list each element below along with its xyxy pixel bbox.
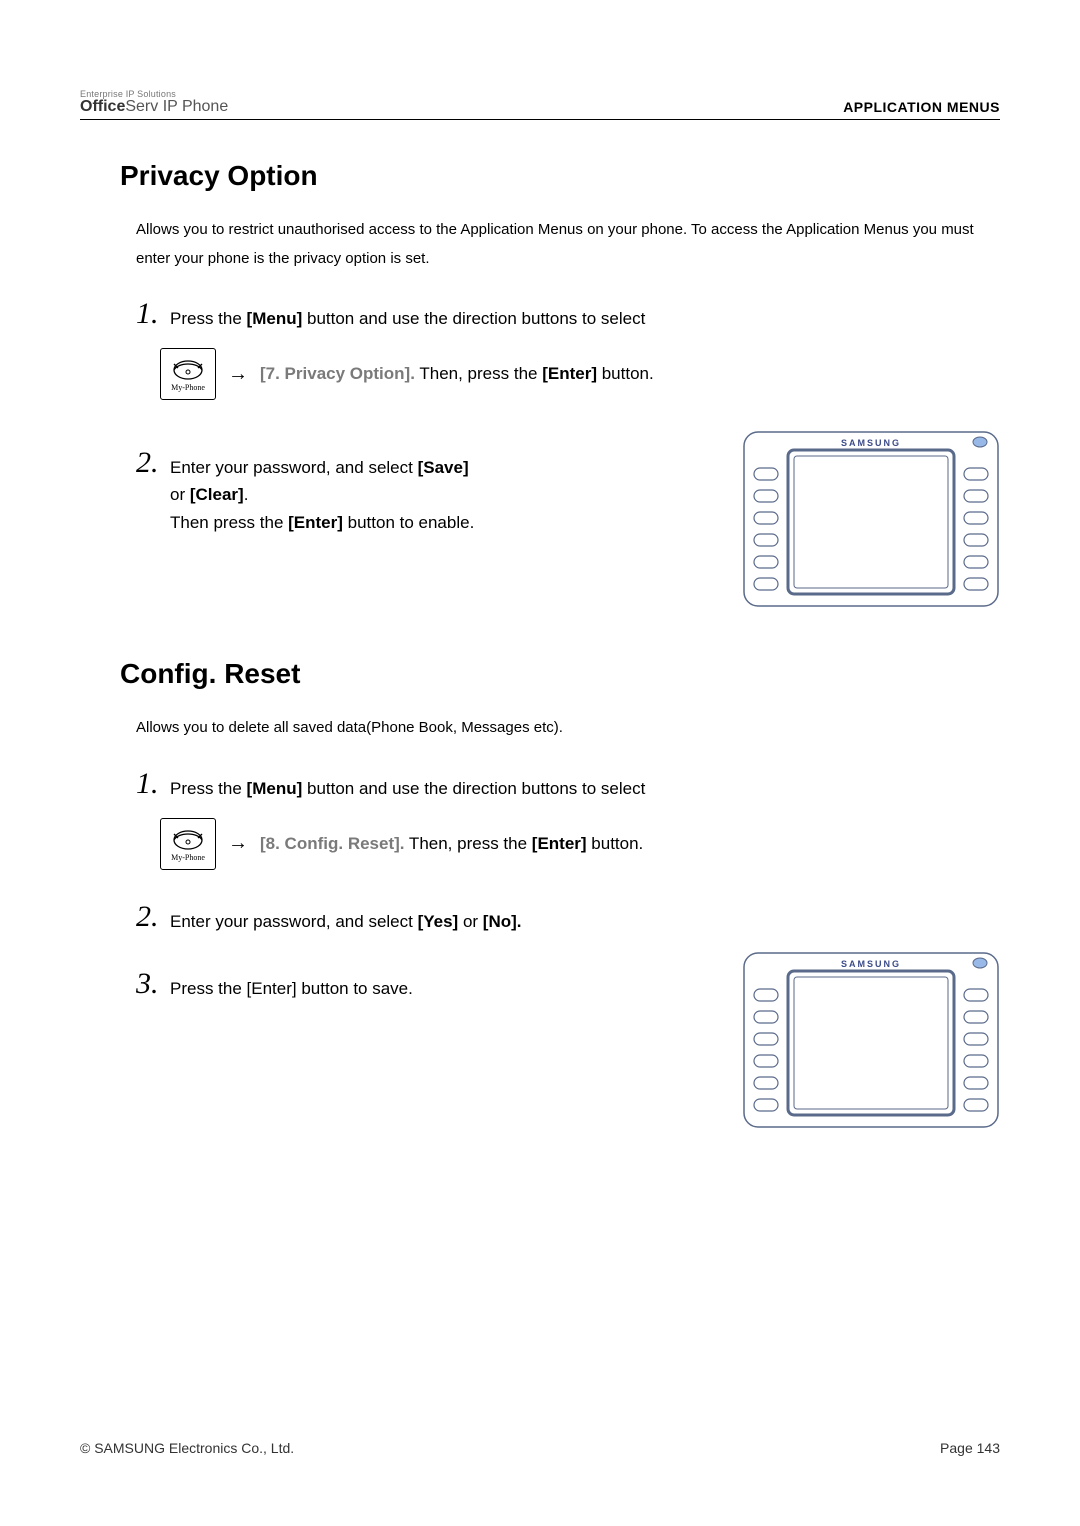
arrow-icon: →: [228, 832, 248, 855]
text-bold: [Yes]: [418, 912, 459, 931]
page: Enterprise IP Solutions OfficeServ IP Ph…: [0, 0, 1080, 1526]
text: Then press the: [170, 513, 288, 532]
text-bold: [Clear]: [190, 485, 244, 504]
text-bold: [Save]: [418, 458, 469, 477]
menu-path-label: [7. Privacy Option].: [260, 364, 415, 383]
privacy-intro: Allows you to restrict unauthorised acce…: [136, 216, 1000, 273]
privacy-step-2-row: 2. Enter your password, and select [Save…: [136, 430, 1000, 608]
privacy-step-1: 1. Press the [Menu] button and use the d…: [136, 297, 1000, 332]
text: or: [458, 912, 483, 931]
step-body: Press the [Menu] button and use the dire…: [170, 767, 1000, 802]
myphone-icon: My-Phone: [160, 818, 216, 870]
config-step-3: 3. Press the [Enter] button to save.: [136, 967, 712, 1002]
privacy-path-row: My-Phone → [7. Privacy Option]. Then, pr…: [160, 348, 1000, 400]
step-body: Press the [Enter] button to save.: [170, 967, 712, 1002]
phone-glyph-icon: [170, 356, 206, 384]
text: or: [170, 485, 190, 504]
copyright: © SAMSUNG Electronics Co., Ltd.: [80, 1440, 294, 1456]
text: Press the [Enter] button to save.: [170, 979, 413, 998]
text: button and use the direction buttons to …: [302, 309, 645, 328]
text: Enter your password, and select: [170, 912, 418, 931]
myphone-label: My-Phone: [171, 854, 205, 862]
text: .: [244, 485, 249, 504]
phone-brand: SAMSUNG: [841, 959, 901, 969]
logo-bold: Office: [80, 98, 125, 115]
menu-path-label: [8. Config. Reset].: [260, 834, 405, 853]
text-bold: [Menu]: [247, 779, 303, 798]
text: button to enable.: [343, 513, 474, 532]
text: button and use the direction buttons to …: [302, 779, 645, 798]
page-footer: © SAMSUNG Electronics Co., Ltd. Page 143: [80, 1440, 1000, 1456]
step-number: 2.: [136, 446, 170, 478]
phone-diagram-icon: SAMSUNG: [742, 951, 1000, 1129]
text-bold: [Menu]: [247, 309, 303, 328]
phone-diagram-icon: SAMSUNG: [742, 430, 1000, 608]
config-step-3-row: 3. Press the [Enter] button to save. SAM…: [136, 951, 1000, 1129]
myphone-icon: My-Phone: [160, 348, 216, 400]
config-step-2: 2. Enter your password, and select [Yes]…: [136, 900, 1000, 935]
config-path-row: My-Phone → [8. Config. Reset]. Then, pre…: [160, 818, 1000, 870]
step-number: 3.: [136, 967, 170, 999]
header-section-label: APPLICATION MENUS: [843, 99, 1000, 115]
step-number: 1.: [136, 297, 170, 329]
text: button.: [597, 364, 654, 383]
text-bold: [Enter]: [288, 513, 343, 532]
logo: Enterprise IP Solutions OfficeServ IP Ph…: [80, 90, 228, 115]
section-title-privacy: Privacy Option: [120, 160, 1000, 192]
config-reset-intro: Allows you to delete all saved data(Phon…: [136, 714, 1000, 743]
myphone-label: My-Phone: [171, 384, 205, 392]
phone-brand: SAMSUNG: [841, 438, 901, 448]
text-bold: [Enter]: [532, 834, 587, 853]
path-text: [8. Config. Reset]. Then, press the [Ent…: [260, 834, 643, 854]
step-body: Enter your password, and select [Yes] or…: [170, 900, 1000, 935]
text: Press the: [170, 309, 247, 328]
logo-main: OfficeServ IP Phone: [80, 99, 228, 115]
config-step-1: 1. Press the [Menu] button and use the d…: [136, 767, 1000, 802]
logo-rest: Serv IP Phone: [125, 98, 228, 115]
path-text: [7. Privacy Option]. Then, press the [En…: [260, 364, 654, 384]
text-bold: [Enter]: [542, 364, 597, 383]
text: Then, press the: [415, 364, 542, 383]
text: button.: [587, 834, 644, 853]
step-number: 1.: [136, 767, 170, 799]
text: Then, press the: [405, 834, 532, 853]
step-body: Enter your password, and select [Save] o…: [170, 446, 712, 536]
section-title-config-reset: Config. Reset: [120, 658, 1000, 690]
step-body: Press the [Menu] button and use the dire…: [170, 297, 1000, 332]
privacy-step-2: 2. Enter your password, and select [Save…: [136, 446, 712, 536]
page-header: Enterprise IP Solutions OfficeServ IP Ph…: [80, 90, 1000, 120]
page-number: Page 143: [940, 1440, 1000, 1456]
text: Enter your password, and select: [170, 458, 418, 477]
text-bold: [No].: [483, 912, 522, 931]
phone-glyph-icon: [170, 826, 206, 854]
text: Press the: [170, 779, 247, 798]
arrow-icon: →: [228, 363, 248, 386]
step-number: 2.: [136, 900, 170, 932]
